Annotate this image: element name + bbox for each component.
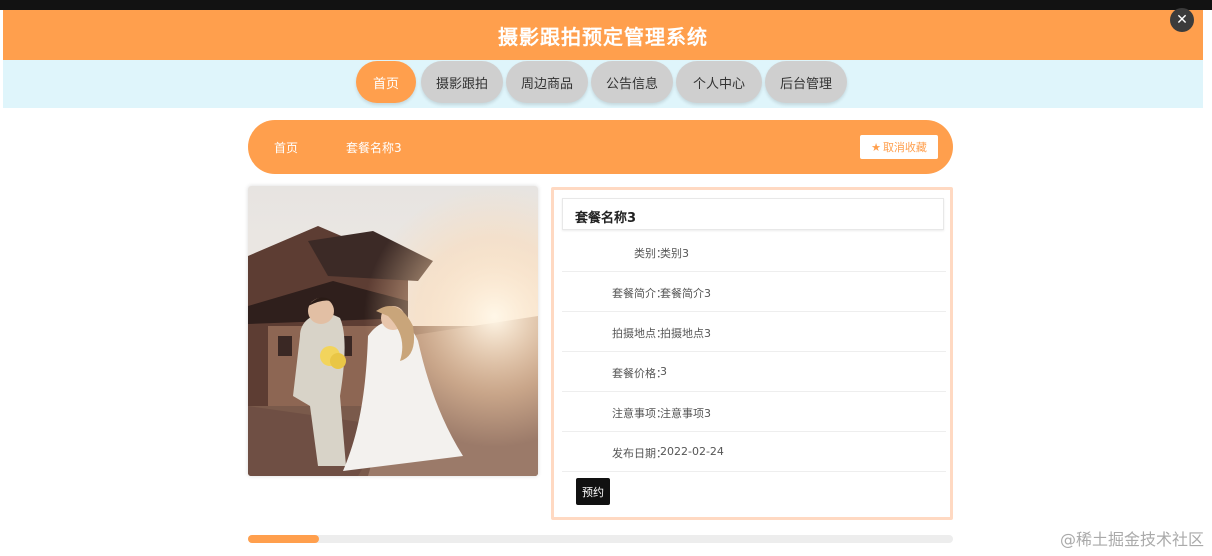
nav-photo-follow[interactable]: 摄影跟拍 xyxy=(421,61,503,103)
field-label: 拍摄地点： xyxy=(612,327,667,340)
field-value: 2022-02-24 xyxy=(660,445,724,458)
wedding-photo-image xyxy=(248,186,538,476)
field-value: 拍摄地点3 xyxy=(660,327,711,340)
nav-home[interactable]: 首页 xyxy=(356,61,416,103)
unfavorite-button[interactable]: ★ 取消收藏 xyxy=(860,135,938,159)
breadcrumb-current: 套餐名称3 xyxy=(346,141,402,155)
field-label: 类别： xyxy=(634,247,667,260)
star-icon: ★ xyxy=(871,140,881,154)
nav-profile[interactable]: 个人中心 xyxy=(676,61,762,103)
detail-row: 套餐价格： 3 xyxy=(562,352,946,392)
field-label: 套餐价格： xyxy=(612,367,667,380)
site-title: 摄影跟拍预定管理系统 xyxy=(498,24,708,49)
main-nav: 首页 摄影跟拍 周边商品 公告信息 个人中心 后台管理 xyxy=(3,60,1203,108)
package-detail-card: 套餐名称3 类别： 类别3 套餐简介： 套餐简介3 拍摄地点： 拍摄地点3 套餐… xyxy=(551,187,953,520)
nav-admin[interactable]: 后台管理 xyxy=(765,61,847,103)
breadcrumb: 首页 套餐名称3 ★ 取消收藏 xyxy=(248,120,953,174)
detail-row: 套餐简介： 套餐简介3 xyxy=(562,272,946,312)
field-label: 注意事项： xyxy=(612,407,667,420)
field-value: 注意事项3 xyxy=(660,407,711,420)
detail-title: 套餐名称3 xyxy=(575,211,637,226)
detail-row: 拍摄地点： 拍摄地点3 xyxy=(562,312,946,352)
breadcrumb-home[interactable]: 首页 xyxy=(274,139,298,156)
field-value: 类别3 xyxy=(660,247,689,260)
watermark: @稀土掘金技术社区 xyxy=(1059,530,1204,549)
unfavorite-label: 取消收藏 xyxy=(882,141,927,154)
field-value: 套餐简介3 xyxy=(660,287,711,300)
page: 摄影跟拍预定管理系统 ✕ 首页 摄影跟拍 周边商品 公告信息 个人中心 后台管理… xyxy=(0,0,1212,556)
close-icon[interactable]: ✕ xyxy=(1170,8,1194,32)
scroll-progress xyxy=(248,535,953,543)
book-button[interactable]: 预约 xyxy=(576,478,610,505)
field-label: 套餐简介： xyxy=(612,287,667,300)
field-value: 3 xyxy=(660,365,667,378)
package-photo xyxy=(248,186,538,476)
detail-row: 发布日期： 2022-02-24 xyxy=(562,432,946,472)
nav-merch[interactable]: 周边商品 xyxy=(506,61,588,103)
field-label: 发布日期： xyxy=(612,447,667,460)
site-header: 摄影跟拍预定管理系统 xyxy=(3,10,1203,60)
detail-row: 注意事项： 注意事项3 xyxy=(562,392,946,432)
detail-row: 类别： 类别3 xyxy=(562,232,946,272)
nav-notice[interactable]: 公告信息 xyxy=(591,61,673,103)
window-top-bar xyxy=(0,0,1212,10)
scroll-progress-fill xyxy=(248,535,319,543)
detail-title-box: 套餐名称3 xyxy=(562,198,944,230)
